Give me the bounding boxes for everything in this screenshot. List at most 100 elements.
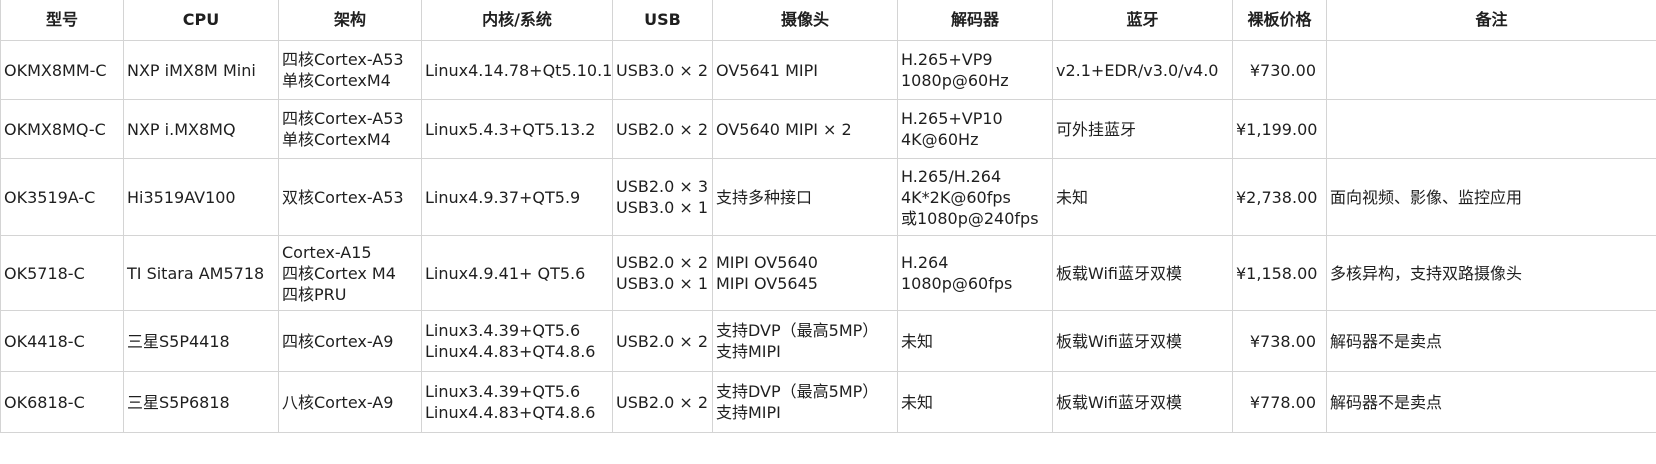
cell-price[interactable]: ¥2,738.00 bbox=[1232, 158, 1327, 236]
cell-notes[interactable]: 解码器不是卖点 bbox=[1326, 310, 1656, 372]
cell-architecture[interactable]: 双核Cortex-A53 bbox=[278, 158, 422, 236]
cell-cpu[interactable]: NXP i.MX8MQ bbox=[123, 99, 279, 159]
cell-kernel-os[interactable]: Linux3.4.39+QT5.6 Linux4.4.83+QT4.8.6 bbox=[421, 310, 613, 372]
cell-architecture[interactable]: Cortex-A15 四核Cortex M4 四核PRU bbox=[278, 235, 422, 311]
cell-camera[interactable]: 支持多种接口 bbox=[712, 158, 898, 236]
table-row: OK3519A-C Hi3519AV100 双核Cortex-A53 Linux4.9… bbox=[0, 158, 1656, 236]
cell-camera[interactable]: OV5641 MIPI bbox=[712, 40, 898, 100]
cell-usb[interactable]: USB2.0 × 2 bbox=[612, 99, 713, 159]
cell-bluetooth[interactable]: 可外挂蓝牙 bbox=[1052, 99, 1233, 159]
cell-camera[interactable]: MIPI OV5640 MIPI OV5645 bbox=[712, 235, 898, 311]
cell-model[interactable]: OKMX8MQ-C bbox=[0, 99, 124, 159]
cell-kernel-os[interactable]: Linux4.9.37+QT5.9 bbox=[421, 158, 613, 236]
cell-line: 四核Cortex-A53 bbox=[282, 109, 404, 128]
cell-notes[interactable]: 解码器不是卖点 bbox=[1326, 371, 1656, 433]
spreadsheet-grid: 型号 CPU 架构 内核/系统 USB 摄像头 解码器 蓝牙 裸板价格 备注 O… bbox=[0, 0, 1656, 433]
cell-kernel-os[interactable]: Linux3.4.39+QT5.6 Linux4.4.83+QT4.8.6 bbox=[421, 371, 613, 433]
cell-notes[interactable] bbox=[1326, 40, 1656, 100]
cell-model[interactable]: OK4418-C bbox=[0, 310, 124, 372]
cell-model[interactable]: OKMX8MM-C bbox=[0, 40, 124, 100]
cell-usb[interactable]: USB2.0 × 2 bbox=[612, 371, 713, 433]
cell-model[interactable]: OK3519A-C bbox=[0, 158, 124, 236]
cell-decoder[interactable]: H.265+VP10 4K@60Hz bbox=[897, 99, 1053, 159]
cell-line: USB2.0 × 3 bbox=[616, 177, 709, 196]
cell-cpu[interactable]: 三星S5P6818 bbox=[123, 371, 279, 433]
cell-line: 四核PRU bbox=[282, 284, 347, 304]
cell-price[interactable]: ¥738.00 bbox=[1232, 310, 1327, 372]
cell-line: 支持DVP（最高5MP） bbox=[716, 382, 879, 401]
cell-notes[interactable]: 面向视频、影像、监控应用 bbox=[1326, 158, 1656, 236]
header-cell-notes[interactable]: 备注 bbox=[1326, 0, 1656, 41]
cell-price[interactable]: ¥730.00 bbox=[1232, 40, 1327, 100]
cell-line: 未知 bbox=[901, 392, 934, 412]
header-cell-usb[interactable]: USB bbox=[612, 0, 713, 41]
cell-camera[interactable]: 支持DVP（最高5MP） 支持MIPI bbox=[712, 310, 898, 372]
cell-decoder[interactable]: H.264 1080p@60fps bbox=[897, 235, 1053, 311]
cell-architecture[interactable]: 八核Cortex-A9 bbox=[278, 371, 422, 433]
header-cell-model[interactable]: 型号 bbox=[0, 0, 124, 41]
cell-line: 1080p@60Hz bbox=[901, 71, 1009, 90]
cell-architecture[interactable]: 四核Cortex-A53 单核CortexM4 bbox=[278, 99, 422, 159]
cell-usb[interactable]: USB2.0 × 2 bbox=[612, 310, 713, 372]
cell-bluetooth[interactable]: 板载Wifi蓝牙双模 bbox=[1052, 310, 1233, 372]
cell-cpu[interactable]: 三星S5P4418 bbox=[123, 310, 279, 372]
cell-model[interactable]: OK5718-C bbox=[0, 235, 124, 311]
cell-line: USB2.0 × 2 bbox=[616, 119, 709, 139]
cell-bluetooth[interactable]: 板载Wifi蓝牙双模 bbox=[1052, 371, 1233, 433]
cell-line: 支持DVP（最高5MP） bbox=[716, 321, 879, 340]
table-row: OKMX8MQ-C NXP i.MX8MQ 四核Cortex-A53 单核Cortex… bbox=[0, 99, 1656, 159]
cell-model[interactable]: OK6818-C bbox=[0, 371, 124, 433]
cell-architecture[interactable]: 四核Cortex-A9 bbox=[278, 310, 422, 372]
cell-line: H.264 bbox=[901, 253, 949, 272]
cell-line: Cortex-A15 bbox=[282, 242, 372, 262]
cell-bluetooth[interactable]: 未知 bbox=[1052, 158, 1233, 236]
cell-price[interactable]: ¥1,199.00 bbox=[1232, 99, 1327, 159]
header-cell-decoder[interactable]: 解码器 bbox=[897, 0, 1053, 41]
cell-bluetooth[interactable]: v2.1+EDR/v3.0/v4.0 bbox=[1052, 40, 1233, 100]
cell-notes[interactable] bbox=[1326, 99, 1656, 159]
cell-cpu[interactable]: NXP iMX8M Mini bbox=[123, 40, 279, 100]
table-row: OKMX8MM-C NXP iMX8M Mini 四核Cortex-A53 单核Cor… bbox=[0, 40, 1656, 100]
header-cell-price[interactable]: 裸板价格 bbox=[1232, 0, 1327, 41]
cell-line: 双核Cortex-A53 bbox=[282, 187, 404, 207]
cell-price[interactable]: ¥778.00 bbox=[1232, 371, 1327, 433]
header-row: 型号 CPU 架构 内核/系统 USB 摄像头 解码器 蓝牙 裸板价格 备注 bbox=[0, 0, 1656, 41]
cell-camera[interactable]: 支持DVP（最高5MP） 支持MIPI bbox=[712, 371, 898, 433]
cell-kernel-os[interactable]: Linux4.9.41+ QT5.6 bbox=[421, 235, 613, 311]
cell-camera[interactable]: OV5640 MIPI × 2 bbox=[712, 99, 898, 159]
cell-cpu[interactable]: Hi3519AV100 bbox=[123, 158, 279, 236]
cell-bluetooth[interactable]: 板载Wifi蓝牙双模 bbox=[1052, 235, 1233, 311]
table-row: OK4418-C 三星S5P4418 四核Cortex-A9 Linux3.4.39+… bbox=[0, 310, 1656, 372]
cell-usb[interactable]: USB2.0 × 2 USB3.0 × 1 bbox=[612, 235, 713, 311]
table-row: OK6818-C 三星S5P6818 八核Cortex-A9 Linux3.4.39+… bbox=[0, 371, 1656, 433]
cell-line: H.265+VP9 bbox=[901, 50, 993, 69]
cell-line: H.265/H.264 bbox=[901, 166, 1002, 186]
cell-line: USB3.0 × 1 bbox=[616, 198, 709, 217]
cell-decoder[interactable]: H.265/H.264 4K*2K@60fps 或1080p@240fps bbox=[897, 158, 1053, 236]
header-cell-camera[interactable]: 摄像头 bbox=[712, 0, 898, 41]
header-cell-cpu[interactable]: CPU bbox=[123, 0, 279, 41]
cell-usb[interactable]: USB2.0 × 3 USB3.0 × 1 bbox=[612, 158, 713, 236]
header-cell-architecture[interactable]: 架构 bbox=[278, 0, 422, 41]
cell-line: USB3.0 × 2 bbox=[616, 60, 709, 80]
cell-line: USB2.0 × 2 bbox=[616, 331, 709, 351]
cell-cpu[interactable]: TI Sitara AM5718 bbox=[123, 235, 279, 311]
cell-line: 单核CortexM4 bbox=[282, 130, 391, 149]
cell-price[interactable]: ¥1,158.00 bbox=[1232, 235, 1327, 311]
cell-line: USB2.0 × 2 bbox=[616, 253, 709, 272]
cell-architecture[interactable]: 四核Cortex-A53 单核CortexM4 bbox=[278, 40, 422, 100]
cell-line: 1080p@60fps bbox=[901, 274, 1013, 293]
cell-line: USB3.0 × 1 bbox=[616, 274, 709, 293]
header-cell-kernel-os[interactable]: 内核/系统 bbox=[421, 0, 613, 41]
cell-kernel-os[interactable]: Linux5.4.3+QT5.13.2 bbox=[421, 99, 613, 159]
header-cell-bluetooth[interactable]: 蓝牙 bbox=[1052, 0, 1233, 41]
cell-kernel-os[interactable]: Linux4.14.78+Qt5.10.1 bbox=[421, 40, 613, 100]
cell-notes[interactable]: 多核异构，支持双路摄像头 bbox=[1326, 235, 1656, 311]
cell-decoder[interactable]: H.265+VP9 1080p@60Hz bbox=[897, 40, 1053, 100]
cell-usb[interactable]: USB3.0 × 2 bbox=[612, 40, 713, 100]
cell-line: Linux5.4.3+QT5.13.2 bbox=[425, 119, 596, 139]
cell-line: Linux4.14.78+Qt5.10.1 bbox=[425, 60, 613, 80]
cell-decoder[interactable]: 未知 bbox=[897, 310, 1053, 372]
cell-line: MIPI OV5640 bbox=[716, 253, 818, 272]
cell-decoder[interactable]: 未知 bbox=[897, 371, 1053, 433]
